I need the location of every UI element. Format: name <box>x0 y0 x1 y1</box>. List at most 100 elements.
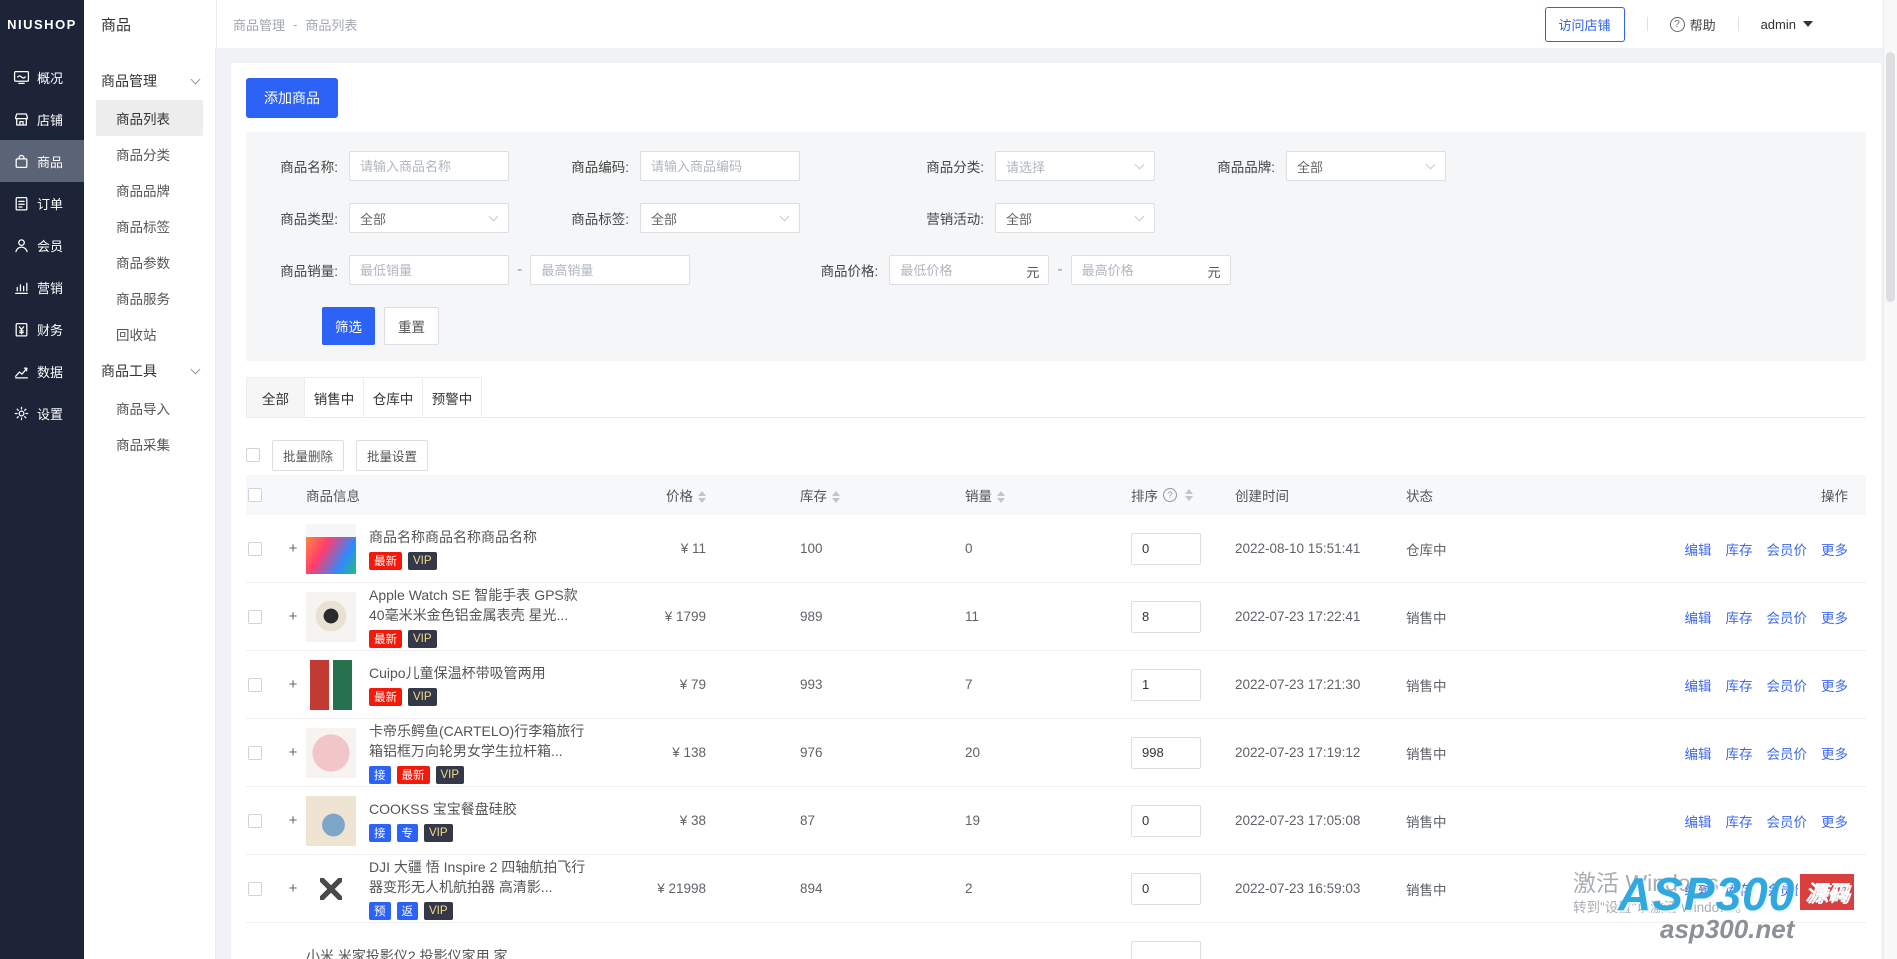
tab-all[interactable]: 全部 <box>246 377 305 417</box>
goods-brand-select[interactable]: 全部 <box>1286 151 1446 181</box>
goods-category-select[interactable]: 请选择 <box>995 151 1155 181</box>
goods-name[interactable]: Cuipo儿童保温杯带吸管两用 <box>369 663 597 683</box>
header-select-all-checkbox[interactable] <box>248 488 262 502</box>
col-price[interactable]: 价格 <box>606 485 706 505</box>
sidebar-item-设置[interactable]: 设置 <box>0 392 84 434</box>
tab-warning[interactable]: 预警中 <box>423 377 482 417</box>
action-link-编辑[interactable]: 编辑 <box>1685 747 1712 762</box>
submenu-item-商品导入[interactable]: 商品导入 <box>96 390 203 426</box>
submenu-item-回收站[interactable]: 回收站 <box>96 316 203 352</box>
sort-input[interactable] <box>1131 805 1201 837</box>
expand-plus-icon[interactable]: + <box>289 540 298 557</box>
goods-name[interactable]: 卡帝乐鳄鱼(CARTELO)行李箱旅行箱铝框万向轮男女学生拉杆箱... <box>369 721 597 762</box>
action-link-更多[interactable]: 更多 <box>1821 747 1848 762</box>
row-checkbox[interactable] <box>248 814 262 828</box>
action-link-更多[interactable]: 更多 <box>1821 611 1848 626</box>
sidebar-item-数据[interactable]: 数据 <box>0 350 84 392</box>
batch-set-button[interactable]: 批量设置 <box>356 440 428 471</box>
sort-input[interactable] <box>1131 533 1201 565</box>
expand-plus-icon[interactable]: + <box>289 676 298 693</box>
sidebar-item-会员[interactable]: 会员 <box>0 224 84 266</box>
sort-input[interactable] <box>1131 873 1201 905</box>
action-link-编辑[interactable]: 编辑 <box>1685 815 1712 830</box>
sort-input[interactable] <box>1131 941 1201 959</box>
goods-tag-select[interactable]: 全部 <box>640 203 800 233</box>
tab-on-sale[interactable]: 销售中 <box>305 377 364 417</box>
breadcrumb-parent[interactable]: 商品管理 <box>233 15 285 34</box>
action-link-编辑[interactable]: 编辑 <box>1685 883 1712 898</box>
submenu-item-商品分类[interactable]: 商品分类 <box>96 136 203 172</box>
goods-name[interactable]: 小米 米家投影仪2 投影仪家用 家 <box>306 946 534 959</box>
sidebar-item-概况[interactable]: 概况 <box>0 56 84 98</box>
submenu-group-商品管理[interactable]: 商品管理 <box>84 62 215 100</box>
action-link-会员价[interactable]: 会员价 <box>1767 883 1808 898</box>
visit-shop-button[interactable]: 访问店铺 <box>1545 7 1625 42</box>
submenu-item-商品采集[interactable]: 商品采集 <box>96 426 203 462</box>
col-sales[interactable]: 销量 <box>883 485 1048 505</box>
action-link-编辑[interactable]: 编辑 <box>1685 679 1712 694</box>
action-link-更多[interactable]: 更多 <box>1821 883 1848 898</box>
submenu-item-商品参数[interactable]: 商品参数 <box>96 244 203 280</box>
goods-name[interactable]: DJI 大疆 悟 Inspire 2 四轴航拍飞行器变形无人机航拍器 高清影..… <box>369 857 597 898</box>
sidebar-item-店铺[interactable]: 店铺 <box>0 98 84 140</box>
action-link-库存[interactable]: 库存 <box>1726 747 1753 762</box>
action-link-库存[interactable]: 库存 <box>1726 543 1753 558</box>
row-checkbox[interactable] <box>248 678 262 692</box>
action-link-编辑[interactable]: 编辑 <box>1685 611 1712 626</box>
goods-name[interactable]: 商品名称商品名称商品名称 <box>369 527 597 547</box>
max-sales-input[interactable] <box>530 255 690 285</box>
user-menu[interactable]: admin <box>1761 17 1813 32</box>
scrollbar-thumb[interactable] <box>1886 52 1895 302</box>
action-link-库存[interactable]: 库存 <box>1726 815 1753 830</box>
submenu-item-商品品牌[interactable]: 商品品牌 <box>96 172 203 208</box>
action-link-会员价[interactable]: 会员价 <box>1767 543 1808 558</box>
sort-input[interactable] <box>1131 669 1201 701</box>
expand-plus-icon[interactable]: + <box>289 880 298 897</box>
goods-name[interactable]: Apple Watch SE 智能手表 GPS款 40毫米米金色铝金属表壳 星光… <box>369 585 597 626</box>
tab-in-warehouse[interactable]: 仓库中 <box>364 377 423 417</box>
sidebar-item-财务[interactable]: 财务 <box>0 308 84 350</box>
filter-reset-button[interactable]: 重置 <box>384 307 439 345</box>
submenu-item-商品标签[interactable]: 商品标签 <box>96 208 203 244</box>
action-link-编辑[interactable]: 编辑 <box>1685 543 1712 558</box>
goods-name[interactable]: COOKSS 宝宝餐盘硅胶 <box>369 799 597 819</box>
action-link-库存[interactable]: 库存 <box>1726 883 1753 898</box>
action-link-会员价[interactable]: 会员价 <box>1767 815 1808 830</box>
action-link-更多[interactable]: 更多 <box>1821 815 1848 830</box>
row-checkbox[interactable] <box>248 882 262 896</box>
action-link-更多[interactable]: 更多 <box>1821 543 1848 558</box>
col-stock[interactable]: 库存 <box>706 485 883 505</box>
row-checkbox[interactable] <box>248 746 262 760</box>
submenu-group-商品工具[interactable]: 商品工具 <box>84 352 215 390</box>
sidebar-item-订单[interactable]: 订单 <box>0 182 84 224</box>
sort-input[interactable] <box>1131 601 1201 633</box>
col-sort[interactable]: 排序? <box>1048 485 1218 505</box>
action-link-更多[interactable]: 更多 <box>1821 679 1848 694</box>
select-all-checkbox[interactable] <box>246 448 260 462</box>
goods-code-input[interactable] <box>640 151 800 181</box>
submenu-item-商品服务[interactable]: 商品服务 <box>96 280 203 316</box>
help-menu[interactable]: ? 帮助 <box>1670 15 1716 34</box>
action-link-会员价[interactable]: 会员价 <box>1767 679 1808 694</box>
row-checkbox[interactable] <box>248 542 262 556</box>
sidebar-item-营销[interactable]: 营销 <box>0 266 84 308</box>
sidebar-item-商品[interactable]: 商品 <box>0 140 84 182</box>
action-link-库存[interactable]: 库存 <box>1726 679 1753 694</box>
action-link-会员价[interactable]: 会员价 <box>1767 747 1808 762</box>
vertical-scrollbar[interactable] <box>1883 0 1897 959</box>
expand-plus-icon[interactable]: + <box>289 608 298 625</box>
action-link-库存[interactable]: 库存 <box>1726 611 1753 626</box>
submenu-item-商品列表[interactable]: 商品列表 <box>96 100 203 136</box>
add-goods-button[interactable]: 添加商品 <box>246 78 338 118</box>
row-checkbox[interactable] <box>248 610 262 624</box>
expand-plus-icon[interactable]: + <box>289 812 298 829</box>
action-link-会员价[interactable]: 会员价 <box>1767 611 1808 626</box>
min-sales-input[interactable] <box>349 255 509 285</box>
expand-plus-icon[interactable]: + <box>289 744 298 761</box>
goods-type-select[interactable]: 全部 <box>349 203 509 233</box>
filter-submit-button[interactable]: 筛选 <box>322 307 375 345</box>
batch-delete-button[interactable]: 批量删除 <box>272 440 344 471</box>
sort-input[interactable] <box>1131 737 1201 769</box>
goods-name-input[interactable] <box>349 151 509 181</box>
marketing-activity-select[interactable]: 全部 <box>995 203 1155 233</box>
